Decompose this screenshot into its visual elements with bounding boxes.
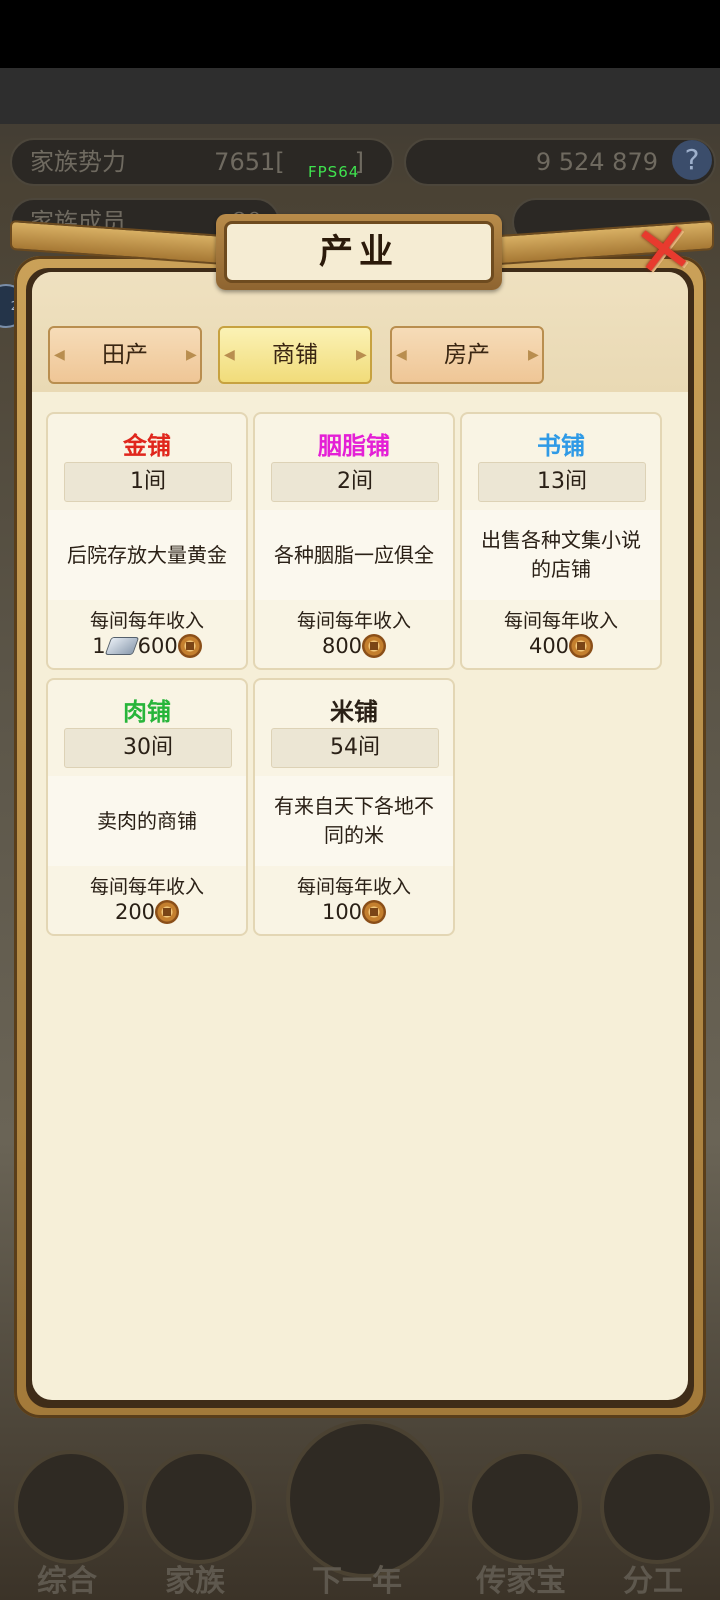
- shop-count: 30间: [64, 728, 232, 768]
- shop-desc: 后院存放大量黄金: [67, 542, 227, 567]
- tab-fields-label: 田产: [102, 342, 148, 368]
- income-value: 400: [462, 634, 660, 658]
- shop-count: 1间: [64, 462, 232, 502]
- income-value: 200: [48, 900, 246, 924]
- shop-desc: 有来自天下各地不同的米: [274, 794, 434, 847]
- dialog-title-plaque: 产业: [216, 214, 502, 290]
- shop-desc: 卖肉的商铺: [97, 808, 197, 833]
- nav-division[interactable]: 分工: [588, 1430, 718, 1600]
- shop-count: 13间: [478, 462, 646, 502]
- tab-fields[interactable]: ◀ 田产 ▶: [48, 326, 202, 384]
- shop-name: 金铺: [123, 431, 171, 460]
- income-label: 每间每年收入: [89, 610, 204, 632]
- shop-desc-area: 卖肉的商铺: [48, 776, 246, 866]
- nav-next-year[interactable]: 下一年: [286, 1420, 444, 1600]
- scroll-icon: [14, 1450, 128, 1564]
- shop-desc-area: 出售各种文集小说的店铺: [462, 510, 660, 600]
- top-strip: [0, 68, 720, 124]
- nav-label: 分工: [623, 1564, 683, 1599]
- copper-coin-icon: [177, 634, 202, 658]
- house-icon: [142, 1450, 256, 1564]
- income-label: 每间每年收入: [503, 610, 618, 632]
- shop-name: 肉铺: [123, 697, 171, 726]
- shop-name: 书铺: [537, 431, 585, 460]
- shop-desc-area: 有来自天下各地不同的米: [255, 776, 453, 866]
- dialog-title: 产业: [224, 221, 494, 283]
- income-label: 每间每年收入: [89, 876, 204, 898]
- copper-coin-icon: [362, 900, 387, 924]
- copper-coin-icon: [155, 900, 180, 924]
- tab-houses[interactable]: ◀ 房产 ▶: [390, 326, 544, 384]
- resources-value: 9 524 879: [535, 148, 658, 176]
- shop-desc: 各种胭脂一应俱全: [274, 542, 434, 567]
- nav-heirloom[interactable]: 传家宝: [456, 1430, 586, 1600]
- worker-icon: [600, 1450, 714, 1564]
- fps-counter: FPS64: [308, 163, 360, 181]
- tab-houses-label: 房产: [444, 342, 490, 368]
- tab-shops[interactable]: ◀ 商铺 ▶: [218, 326, 372, 384]
- shop-card-rouge[interactable]: 胭脂铺 2间 各种胭脂一应俱全 每间每年收入 800: [253, 412, 455, 670]
- shop-desc-area: 后院存放大量黄金: [48, 510, 246, 600]
- tab-notch-left-icon: ◀: [54, 347, 65, 363]
- income-label: 每间每年收入: [296, 610, 411, 632]
- resources-display: 9 524 879: [404, 138, 716, 186]
- shop-count: 2间: [271, 462, 439, 502]
- income-value: 100: [255, 900, 453, 924]
- income-value: 800: [255, 634, 453, 658]
- silver-ingot-icon: [104, 637, 139, 655]
- tab-notch-right-icon: ▶: [186, 347, 197, 363]
- copper-coin-icon: [569, 634, 594, 658]
- nav-general[interactable]: 综合: [2, 1430, 132, 1600]
- shop-name: 米铺: [330, 697, 378, 726]
- copper-coin-icon: [362, 634, 387, 658]
- tab-notch-left-icon: ◀: [224, 347, 235, 363]
- nav-family[interactable]: 家族: [130, 1430, 260, 1600]
- nav-label: 综合: [37, 1564, 97, 1599]
- tab-shops-label: 商铺: [272, 342, 318, 368]
- family-power-label: 家族势力: [30, 148, 126, 176]
- shop-card-book[interactable]: 书铺 13间 出售各种文集小说的店铺 每间每年收入 400: [460, 412, 662, 670]
- shop-count: 54间: [271, 728, 439, 768]
- shop-card-gold[interactable]: 金铺 1间 后院存放大量黄金 每间每年收入 1 600: [46, 412, 248, 670]
- shop-desc: 出售各种文集小说的店铺: [481, 528, 641, 581]
- bottom-nav: 综合 家族 下一年 传家宝 分工: [0, 1420, 720, 1600]
- nav-label: 传家宝: [476, 1564, 566, 1599]
- help-button[interactable]: ?: [672, 140, 712, 180]
- mountain-icon: [286, 1420, 444, 1578]
- shop-card-rice[interactable]: 米铺 54间 有来自天下各地不同的米 每间每年收入 100: [253, 678, 455, 936]
- shop-name: 胭脂铺: [318, 431, 390, 460]
- nav-label: 家族: [165, 1564, 225, 1599]
- treasure-icon: [468, 1450, 582, 1564]
- income-label: 每间每年收入: [296, 876, 411, 898]
- shop-desc-area: 各种胭脂一应俱全: [255, 510, 453, 600]
- income-value: 1 600: [48, 634, 246, 658]
- tab-notch-left-icon: ◀: [396, 347, 407, 363]
- close-icon[interactable]: ✕: [623, 205, 704, 294]
- status-bar: [0, 0, 720, 68]
- nav-label: 下一年: [312, 1564, 402, 1599]
- tab-notch-right-icon: ▶: [528, 347, 539, 363]
- shop-card-meat[interactable]: 肉铺 30间 卖肉的商铺 每间每年收入 200: [46, 678, 248, 936]
- tab-notch-right-icon: ▶: [356, 347, 367, 363]
